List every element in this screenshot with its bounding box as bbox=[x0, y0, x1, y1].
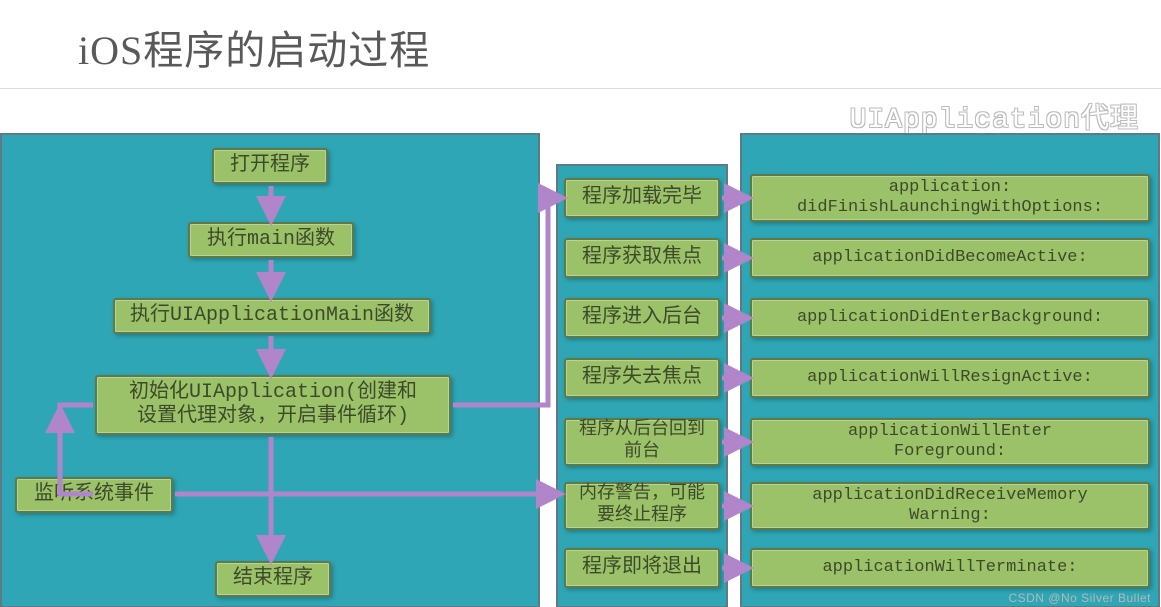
delegate-2: applicationDidEnterBackground: bbox=[750, 298, 1150, 338]
event-3: 程序失去焦点 bbox=[564, 358, 720, 398]
event-1: 程序获取焦点 bbox=[564, 238, 720, 278]
delegate-1: applicationDidBecomeActive: bbox=[750, 238, 1150, 278]
diagram-root: iOS程序的启动过程 UIApplication代理 打开程序 执行main函数… bbox=[0, 0, 1161, 607]
node-uiappmain: 执行UIApplicationMain函数 bbox=[113, 298, 431, 334]
panel-left bbox=[0, 133, 540, 607]
node-init: 初始化UIApplication(创建和 设置代理对象，开启事件循环) bbox=[95, 375, 451, 435]
event-2: 程序进入后台 bbox=[564, 298, 720, 338]
node-listen: 监听系统事件 bbox=[15, 477, 173, 513]
delegate-4: applicationWillEnter Foreground: bbox=[750, 418, 1150, 466]
node-main: 执行main函数 bbox=[188, 222, 354, 258]
delegate-label: UIApplication代理 bbox=[850, 96, 1139, 136]
watermark: CSDN @No Silver Bullet bbox=[1008, 591, 1151, 605]
delegate-6: applicationWillTerminate: bbox=[750, 548, 1150, 588]
page-title: iOS程序的启动过程 bbox=[78, 18, 1161, 76]
node-end: 结束程序 bbox=[215, 561, 331, 597]
delegate-3: applicationWillResignActive: bbox=[750, 358, 1150, 398]
node-open: 打开程序 bbox=[212, 148, 328, 184]
delegate-0: application: didFinishLaunchingWithOptio… bbox=[750, 174, 1150, 222]
divider bbox=[0, 88, 1161, 89]
event-4: 程序从后台回到 前台 bbox=[564, 418, 720, 466]
event-6: 程序即将退出 bbox=[564, 548, 720, 588]
event-0: 程序加载完毕 bbox=[564, 178, 720, 218]
delegate-5: applicationDidReceiveMemory Warning: bbox=[750, 482, 1150, 530]
event-5: 内存警告，可能 要终止程序 bbox=[564, 482, 720, 530]
